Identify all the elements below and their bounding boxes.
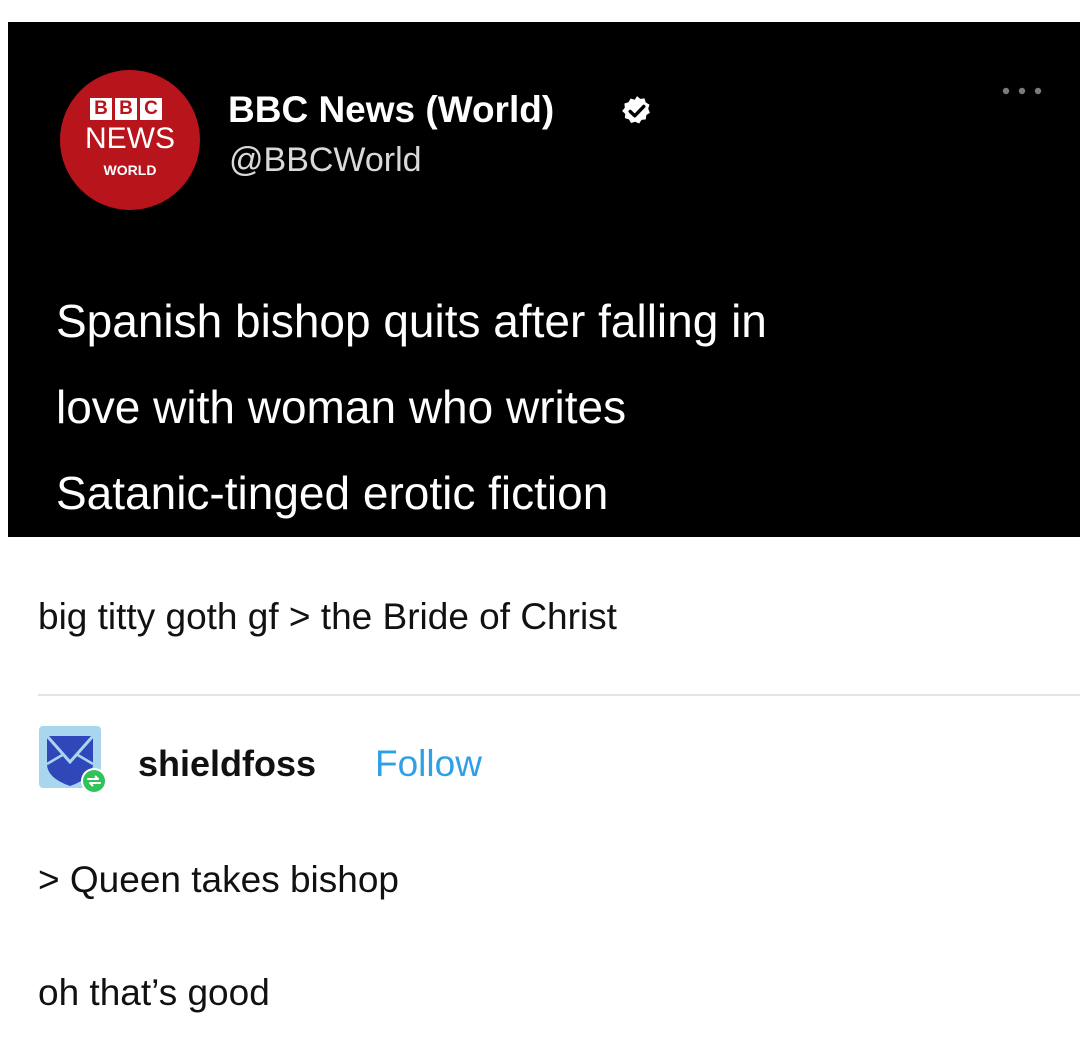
embedded-tweet: B B C NEWS WORLD BBC News (World) @BBCWo… [8,22,1080,537]
bbc-logo-letter: B [90,98,112,120]
bbc-logo-region: WORLD [103,162,157,178]
tweet-text-line: love with woman who writes [56,381,627,433]
reblog-quote: > Queen takes bishop [38,859,400,900]
bbc-logo-blocks: B B C [90,98,162,120]
more-options-icon[interactable] [1000,86,1044,96]
bbc-logo-letter: C [140,98,162,120]
post-comment: big titty goth gf > the Bride of Christ [38,596,617,637]
follow-button[interactable]: Follow [375,743,482,785]
account-name[interactable]: BBC News (World) [228,89,554,131]
bbc-news-world-avatar[interactable]: B B C NEWS WORLD [60,70,200,210]
tweet-text: Spanish bishop quits after falling in lo… [56,278,1056,536]
reblog-icon [81,768,107,794]
bbc-logo-letter: B [115,98,137,120]
tweet-text-line: Satanic-tinged erotic fiction [56,467,609,519]
account-handle[interactable]: @BBCWorld [229,140,422,180]
reblogger-username[interactable]: shieldfoss [138,743,316,785]
tweet-text-line: Spanish bishop quits after falling in [56,295,767,347]
bbc-logo-news-word: NEWS [85,122,175,155]
reblog-divider [38,694,1080,696]
envelope-shield-avatar-icon[interactable] [37,724,109,796]
reblog-reply: oh that’s good [38,972,270,1013]
verified-badge-icon [622,96,650,124]
